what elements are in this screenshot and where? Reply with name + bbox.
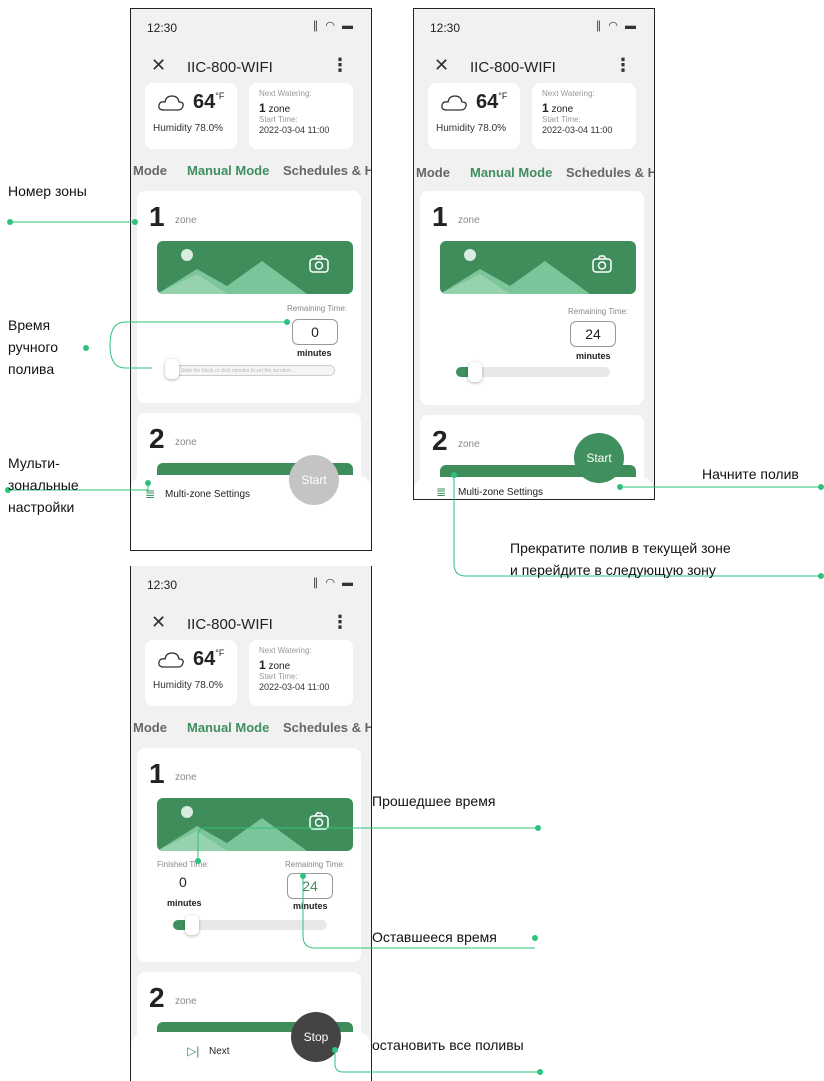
annotation-start-watering: Начните полив <box>702 466 799 482</box>
connector-dot <box>300 873 306 879</box>
annotation-line: ручного <box>8 339 59 355</box>
annotation-stop-all: остановить все поливы <box>372 1037 524 1053</box>
connector-dot <box>132 219 138 225</box>
annotation-line: Мульти- <box>8 455 60 471</box>
annotation-manual-time: Время ручного полива <box>8 314 58 380</box>
annotation-line: зональные <box>8 477 79 493</box>
connector-dot <box>145 480 151 486</box>
connector-dot <box>451 472 457 478</box>
annotation-line: Прекратите полив в текущей зоне <box>510 540 731 556</box>
connector-dot <box>617 484 623 490</box>
connector-dot <box>332 1047 338 1053</box>
annotation-line: и перейдите в следующую зону <box>510 562 716 578</box>
connector-dot <box>818 573 824 579</box>
connector-dot <box>83 345 89 351</box>
connector-dot <box>195 858 201 864</box>
annotation-zone-number: Номер зоны <box>8 183 87 199</box>
annotation-remaining-time: Оставшееся время <box>372 929 497 945</box>
annotation-elapsed-time: Прошедшее время <box>372 793 496 809</box>
annotation-line: полива <box>8 361 55 377</box>
annotation-stop-next: Прекратите полив в текущей зоне и перейд… <box>510 537 731 581</box>
annotation-line: настройки <box>8 499 75 515</box>
connector-dot <box>532 935 538 941</box>
annotation-line: Время <box>8 317 51 333</box>
annotation-multizone: Мульти- зональные настройки <box>8 452 79 518</box>
connector-dot <box>284 319 290 325</box>
connector-dot <box>535 825 541 831</box>
connector-dot <box>818 484 824 490</box>
connector-dot <box>7 219 13 225</box>
connector-dot <box>537 1069 543 1075</box>
